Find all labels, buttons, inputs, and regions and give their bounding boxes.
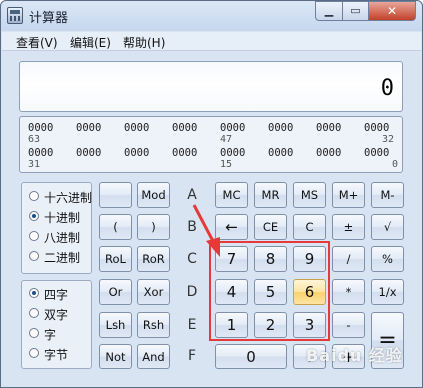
word-size-group: 四字 双字 字 字节 [21,280,92,369]
radio-label: 十进制 [44,211,81,225]
left-shift-key[interactable]: Lsh [99,312,132,338]
close-paren-key[interactable]: ) [137,214,170,240]
menu-bar: 查看(V) 编辑(E) 帮助(H) [2,32,421,51]
result-display: 0 [19,61,403,112]
radio-button[interactable] [29,308,39,318]
radio-button[interactable] [29,251,39,261]
radio-label: 双字 [44,308,69,322]
subtract-key[interactable]: - [332,312,365,338]
bit-group: 0000 [220,147,246,159]
radio-button[interactable] [29,191,39,201]
bit-group: 0000 [76,147,102,159]
radio-label: 二进制 [44,251,81,265]
not-key[interactable]: Not [99,344,132,369]
bit-group: 0000 [316,122,342,134]
bit-group: 0000 [76,122,102,134]
rotate-right-key[interactable]: RoR [137,246,170,272]
open-paren-key[interactable]: ( [99,214,132,240]
digit-0-key[interactable]: 0 [215,344,287,369]
xor-key[interactable]: Xor [137,279,170,305]
memory-add-key[interactable]: M+ [332,182,365,208]
window-title: 计算器 [29,11,69,26]
backspace-key[interactable]: ← [215,214,248,240]
hex-key-e[interactable]: E [181,317,203,333]
maximize-button[interactable]: ▭ [342,1,369,21]
highlight-rectangle [209,241,330,341]
radio-label: 字 [44,328,57,342]
plus-minus-key[interactable]: ± [332,214,365,240]
radio-button[interactable] [29,231,39,241]
radio-label: 十六进制 [44,191,93,205]
radio-label: 四字 [44,288,69,302]
hex-key-b[interactable]: B [181,219,203,235]
radio-button-selected[interactable] [29,288,39,298]
hex-key-d[interactable]: D [181,284,203,300]
bit-position-label: 47 [220,134,233,145]
hex-key-c[interactable]: C [181,251,203,267]
bit-position-label: 63 [28,134,41,145]
hex-key-f[interactable]: F [181,348,203,364]
clear-entry-key[interactable]: CE [254,214,287,240]
bit-group: 0000 [268,122,294,134]
radio-button-selected[interactable] [29,211,39,221]
calculator-window: 计算器 ▁ ▭ ✕ 查看(V) 编辑(E) 帮助(H) 0 0000 0000 … [0,0,423,388]
bit-group: 0000 [316,147,342,159]
radio-button[interactable] [29,328,39,338]
and-key[interactable]: And [137,344,170,369]
memory-store-key[interactable]: MS [293,182,326,208]
rotate-left-key[interactable]: RoL [99,246,132,272]
bit-group: 0000 [364,122,390,134]
hex-key-a[interactable]: A [181,187,203,203]
watermark: Baidu 经验 [306,346,403,365]
radix-group: 十六进制 十进制 八进制 二进制 [21,182,92,274]
binary-bit-display: 0000 0000 0000 0000 0000 0000 0000 0000 … [19,116,403,173]
divide-key[interactable]: / [332,246,365,272]
percent-key[interactable]: % [371,246,404,272]
radio-button[interactable] [29,348,39,358]
bit-position-label: 15 [220,159,233,170]
bit-group: 0000 [220,122,246,134]
bit-group: 0000 [124,122,150,134]
display-value: 0 [380,76,394,101]
minimize-button[interactable]: ▁ [315,1,343,21]
clear-key[interactable]: C [293,214,326,240]
bit-group: 0000 [172,147,198,159]
memory-clear-key[interactable]: MC [215,182,248,208]
radio-label: 八进制 [44,231,81,245]
menu-view[interactable]: 查看(V) [16,34,58,51]
mod-key[interactable]: Mod [137,182,170,208]
calculator-app-icon [7,7,23,24]
memory-subtract-key[interactable]: M- [371,182,404,208]
or-key[interactable]: Or [99,279,132,305]
bit-group: 0000 [268,147,294,159]
menu-edit[interactable]: 编辑(E) [70,34,111,51]
reciprocal-key[interactable]: 1/x [371,279,404,305]
blank-key[interactable] [99,182,132,208]
bit-group: 0000 [28,122,54,134]
bit-position-label: 0 [392,159,399,170]
radio-label: 字节 [44,348,69,362]
bit-group: 0000 [28,147,54,159]
bit-group: 0000 [124,147,150,159]
title-bar: 计算器 ▁ ▭ ✕ [1,1,422,31]
right-shift-key[interactable]: Rsh [137,312,170,338]
square-root-key[interactable]: √ [371,214,404,240]
bit-position-label: 31 [28,159,41,170]
bit-position-label: 32 [382,134,395,145]
memory-recall-key[interactable]: MR [254,182,287,208]
menu-help[interactable]: 帮助(H) [123,34,165,51]
bit-group: 0000 [172,122,198,134]
close-button[interactable]: ✕ [368,1,416,21]
bit-group: 0000 [364,147,390,159]
multiply-key[interactable]: * [332,279,365,305]
